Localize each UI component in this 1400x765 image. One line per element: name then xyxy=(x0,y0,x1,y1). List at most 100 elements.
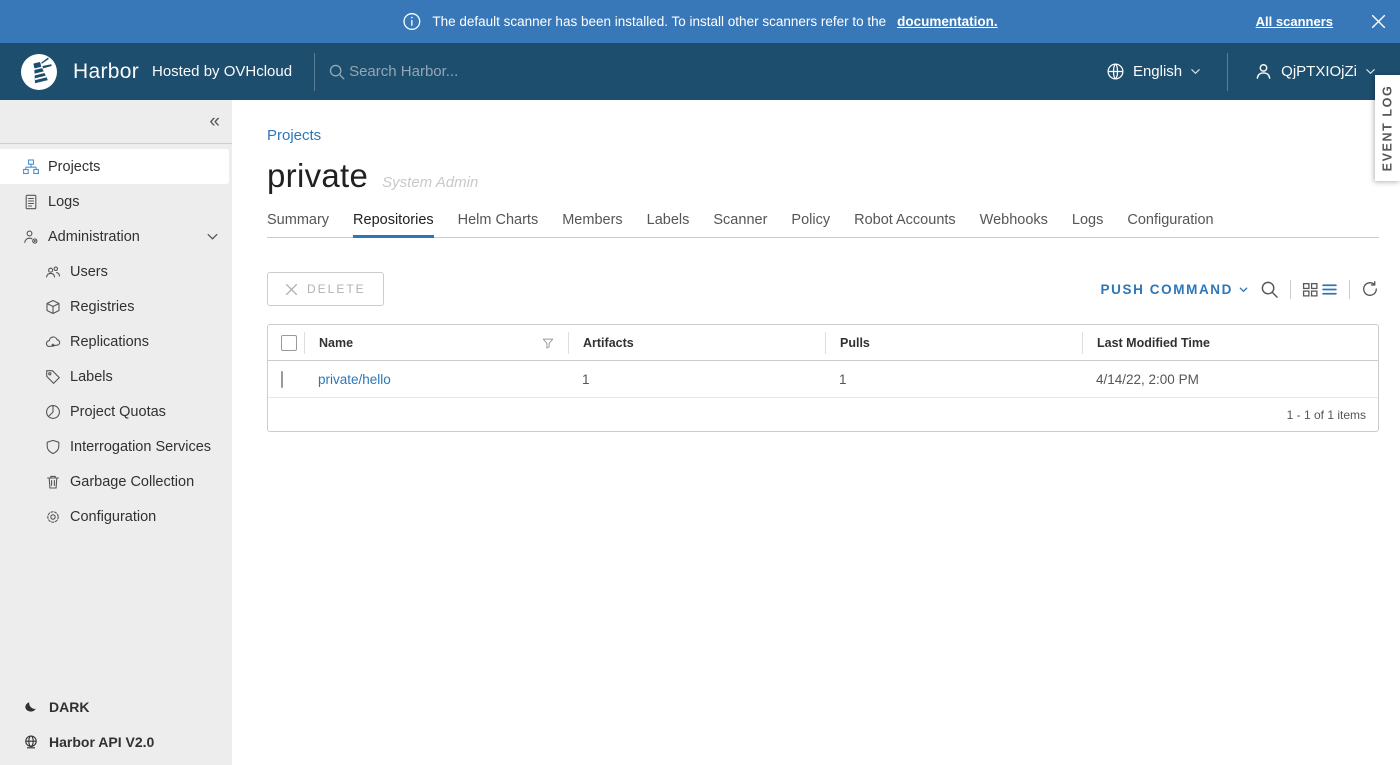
globe-icon xyxy=(1106,62,1125,81)
sidebar-item-administration[interactable]: Administration xyxy=(0,219,232,254)
sidebar-item-replications[interactable]: Replications xyxy=(0,324,232,359)
tab-policy[interactable]: Policy xyxy=(791,212,830,237)
sidebar-item-label: Projects xyxy=(48,159,100,175)
search-input[interactable] xyxy=(349,63,579,80)
sidebar-item-label: Garbage Collection xyxy=(70,474,194,490)
sidebar-item-logs[interactable]: Logs xyxy=(0,184,232,219)
tab-repositories[interactable]: Repositories xyxy=(353,212,434,237)
tab-members[interactable]: Members xyxy=(562,212,622,237)
sidebar-item-label: Administration xyxy=(48,229,140,245)
gear-icon xyxy=(45,509,61,525)
page-title: private xyxy=(267,157,368,195)
sidebar-item-registries[interactable]: Registries xyxy=(0,289,232,324)
info-circle-icon xyxy=(402,12,421,31)
language-menu[interactable]: English xyxy=(1106,62,1201,81)
push-command-label: PUSH COMMAND xyxy=(1101,282,1233,297)
card-view-icon[interactable] xyxy=(1302,281,1319,298)
repositories-table: Name Artifacts Pulls Last Modified Time xyxy=(267,324,1379,432)
username-label: QjPTXIOjZi xyxy=(1281,63,1357,80)
sidebar-item-label: Interrogation Services xyxy=(70,439,211,455)
sidebar-item-label: Replications xyxy=(70,334,149,350)
hosted-by-label: Hosted by OVHcloud xyxy=(152,63,292,80)
artifacts-cell: 1 xyxy=(568,372,825,387)
banner-message: The default scanner has been installed. … xyxy=(432,14,886,29)
sidebar-item-label: Logs xyxy=(48,194,79,210)
harbor-api-link[interactable]: Harbor API V2.0 xyxy=(0,724,232,759)
tab-configuration[interactable]: Configuration xyxy=(1127,212,1213,237)
close-icon[interactable] xyxy=(1371,14,1386,29)
sidebar-item-label: Project Quotas xyxy=(70,404,166,420)
push-command-button[interactable]: PUSH COMMAND xyxy=(1101,282,1249,297)
header-divider xyxy=(314,53,315,91)
column-last-modified[interactable]: Last Modified Time xyxy=(1082,332,1378,354)
sidebar-item-garbage-collection[interactable]: Garbage Collection xyxy=(0,464,232,499)
tab-helm-charts[interactable]: Helm Charts xyxy=(458,212,539,237)
select-all-cell xyxy=(268,332,304,354)
chevron-down-icon xyxy=(206,230,219,243)
sidebar-item-interrogation-services[interactable]: Interrogation Services xyxy=(0,429,232,464)
delete-button[interactable]: DELETE xyxy=(267,272,384,306)
sidebar-item-users[interactable]: Users xyxy=(0,254,232,289)
breadcrumb[interactable]: Projects xyxy=(267,127,321,144)
all-scanners-link[interactable]: All scanners xyxy=(1256,14,1333,29)
harbor-api-label: Harbor API V2.0 xyxy=(49,734,154,750)
sidebar-item-labels[interactable]: Labels xyxy=(0,359,232,394)
event-log-label: EVENT LOG xyxy=(1381,85,1395,172)
event-log-tab[interactable]: EVENT LOG xyxy=(1375,75,1400,181)
cloud-icon xyxy=(45,334,61,350)
sidebar: « Projects Logs xyxy=(0,100,232,765)
harbor-logo-icon[interactable] xyxy=(20,53,58,91)
sidebar-item-label: Labels xyxy=(70,369,113,385)
sidebar-item-project-quotas[interactable]: Project Quotas xyxy=(0,394,232,429)
toolbar-divider xyxy=(1349,280,1350,299)
header-divider xyxy=(1227,53,1228,91)
app-header: Harbor Hosted by OVHcloud English xyxy=(0,43,1400,100)
tab-webhooks[interactable]: Webhooks xyxy=(980,212,1048,237)
toolbar-divider xyxy=(1290,280,1291,299)
tab-scanner[interactable]: Scanner xyxy=(713,212,767,237)
refresh-icon[interactable] xyxy=(1361,280,1379,298)
sidebar-item-label: Registries xyxy=(70,299,134,315)
list-view-icon[interactable] xyxy=(1321,281,1338,298)
collapse-sidebar-icon[interactable]: « xyxy=(209,112,220,131)
table-row: private/hello 1 1 4/14/22, 2:00 PM xyxy=(268,361,1378,398)
chevron-down-icon xyxy=(1190,66,1201,77)
dark-mode-toggle[interactable]: DARK xyxy=(0,689,232,724)
moon-icon xyxy=(23,699,39,715)
table-footer: 1 - 1 of 1 items xyxy=(268,398,1378,431)
global-search xyxy=(328,63,579,81)
filter-icon[interactable] xyxy=(542,337,554,349)
pagination-summary: 1 - 1 of 1 items xyxy=(1287,408,1366,422)
search-icon[interactable] xyxy=(1260,280,1279,299)
sidebar-item-label: Configuration xyxy=(70,509,156,525)
main-content: Projects private System Admin Summary Re… xyxy=(232,100,1400,765)
admin-user-icon xyxy=(23,229,39,245)
tab-summary[interactable]: Summary xyxy=(267,212,329,237)
cube-icon xyxy=(45,299,61,315)
repository-link[interactable]: private/hello xyxy=(304,372,568,387)
search-icon xyxy=(328,63,346,81)
sidebar-item-configuration[interactable]: Configuration xyxy=(0,499,232,534)
row-checkbox[interactable] xyxy=(281,371,283,388)
tab-logs[interactable]: Logs xyxy=(1072,212,1103,237)
column-pulls[interactable]: Pulls xyxy=(825,332,1082,354)
project-tabs: Summary Repositories Helm Charts Members… xyxy=(267,212,1379,238)
close-icon xyxy=(285,283,298,296)
tag-icon xyxy=(45,369,61,385)
notification-banner: The default scanner has been installed. … xyxy=(0,0,1400,43)
tab-labels[interactable]: Labels xyxy=(647,212,690,237)
tab-robot-accounts[interactable]: Robot Accounts xyxy=(854,212,956,237)
dark-mode-label: DARK xyxy=(49,699,89,715)
column-artifacts[interactable]: Artifacts xyxy=(568,332,825,354)
brand-title[interactable]: Harbor xyxy=(73,60,139,84)
sidebar-item-label: Users xyxy=(70,264,108,280)
sidebar-item-projects[interactable]: Projects xyxy=(0,149,229,184)
documentation-link[interactable]: documentation. xyxy=(897,14,998,29)
user-menu[interactable]: QjPTXIOjZi xyxy=(1254,62,1376,81)
api-globe-icon xyxy=(23,734,39,750)
select-all-checkbox[interactable] xyxy=(281,335,297,351)
column-name[interactable]: Name xyxy=(304,332,568,354)
trash-icon xyxy=(45,474,61,490)
shield-icon xyxy=(45,439,61,455)
pie-icon xyxy=(45,404,61,420)
